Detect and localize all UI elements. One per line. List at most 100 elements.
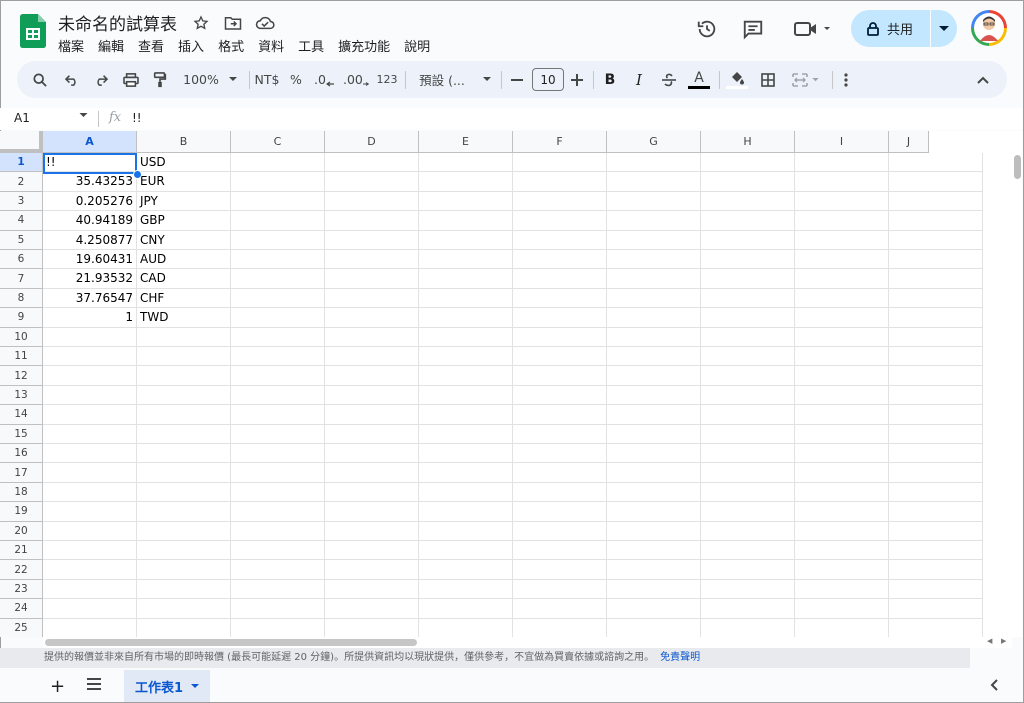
cell-g16[interactable]: [607, 444, 701, 464]
cell-i9[interactable]: [795, 308, 889, 328]
cell-g13[interactable]: [607, 385, 701, 406]
cell-e25[interactable]: [419, 618, 513, 637]
cell-b12[interactable]: [137, 366, 231, 386]
cell-d23[interactable]: [325, 579, 419, 600]
cell-a20[interactable]: [43, 521, 137, 541]
cell-h20[interactable]: [701, 521, 795, 541]
cell-d10[interactable]: [325, 327, 419, 347]
cell-h5[interactable]: [701, 230, 795, 250]
disclaimer-link[interactable]: 免責聲明: [660, 652, 700, 663]
cell-h23[interactable]: [701, 579, 795, 600]
cell-a13[interactable]: [43, 385, 137, 406]
cell-a2[interactable]: 35.43253: [43, 172, 137, 192]
cell-f23[interactable]: [513, 579, 607, 600]
cell-a21[interactable]: [43, 541, 137, 561]
comments-icon[interactable]: [741, 17, 765, 41]
cell-i1[interactable]: [795, 153, 889, 173]
cell-e14[interactable]: [419, 405, 513, 425]
column-header-c[interactable]: C: [231, 131, 325, 153]
cell-b5[interactable]: CNY: [137, 230, 231, 250]
more-formats-button[interactable]: 123: [375, 61, 399, 98]
cell-d15[interactable]: [325, 424, 419, 444]
cell-h2[interactable]: [701, 172, 795, 192]
cell-h19[interactable]: [701, 502, 795, 522]
cell-d22[interactable]: [325, 560, 419, 580]
cell-g19[interactable]: [607, 502, 701, 522]
cell-g21[interactable]: [607, 541, 701, 561]
cell-g20[interactable]: [607, 521, 701, 541]
cell-j13[interactable]: [889, 385, 983, 406]
cell-f20[interactable]: [513, 521, 607, 541]
cell-b6[interactable]: AUD: [137, 250, 231, 270]
undo-icon[interactable]: [61, 61, 83, 98]
cell-h16[interactable]: [701, 444, 795, 464]
cell-h13[interactable]: [701, 385, 795, 406]
search-menus-icon[interactable]: [29, 61, 51, 98]
cell-j23[interactable]: [889, 579, 983, 600]
cell-h6[interactable]: [701, 250, 795, 270]
cell-j1[interactable]: [889, 153, 983, 173]
row-header-17[interactable]: 17: [0, 463, 43, 483]
cell-e4[interactable]: [419, 211, 513, 231]
meet-video-icon[interactable]: [791, 17, 835, 41]
cell-c15[interactable]: [231, 424, 325, 444]
cell-c7[interactable]: [231, 269, 325, 289]
cell-d13[interactable]: [325, 385, 419, 406]
cell-a1[interactable]: !!: [43, 153, 137, 173]
cell-a6[interactable]: 19.60431: [43, 250, 137, 270]
cell-i12[interactable]: [795, 366, 889, 386]
cell-b21[interactable]: [137, 541, 231, 561]
cell-c11[interactable]: [231, 347, 325, 367]
cell-e16[interactable]: [419, 444, 513, 464]
document-title[interactable]: 未命名的試算表: [58, 10, 177, 35]
bold-button[interactable]: B: [601, 61, 619, 98]
cell-e20[interactable]: [419, 521, 513, 541]
cell-c23[interactable]: [231, 579, 325, 600]
cell-h22[interactable]: [701, 560, 795, 580]
cell-g15[interactable]: [607, 424, 701, 444]
cell-g17[interactable]: [607, 463, 701, 483]
cell-i11[interactable]: [795, 347, 889, 367]
cell-d24[interactable]: [325, 599, 419, 619]
cell-i24[interactable]: [795, 599, 889, 619]
cell-d16[interactable]: [325, 444, 419, 464]
font-select[interactable]: 預設 (...: [415, 61, 495, 98]
cell-i10[interactable]: [795, 327, 889, 347]
cell-e18[interactable]: [419, 482, 513, 503]
row-header-21[interactable]: 21: [0, 541, 43, 561]
cell-i5[interactable]: [795, 230, 889, 250]
cell-j4[interactable]: [889, 211, 983, 231]
cell-a3[interactable]: 0.205276: [43, 191, 137, 212]
cell-d1[interactable]: [325, 153, 419, 173]
row-header-10[interactable]: 10: [0, 327, 43, 347]
redo-icon[interactable]: [90, 61, 112, 98]
cell-f9[interactable]: [513, 308, 607, 328]
cell-e11[interactable]: [419, 347, 513, 367]
cell-j12[interactable]: [889, 366, 983, 386]
cell-g18[interactable]: [607, 482, 701, 503]
row-header-9[interactable]: 9: [0, 308, 43, 328]
cell-a5[interactable]: 4.250877: [43, 230, 137, 250]
cell-h24[interactable]: [701, 599, 795, 619]
cell-e7[interactable]: [419, 269, 513, 289]
cell-h3[interactable]: [701, 191, 795, 212]
cell-d9[interactable]: [325, 308, 419, 328]
format-percent-button[interactable]: %: [287, 61, 305, 98]
paint-format-icon[interactable]: [149, 61, 171, 98]
cell-g10[interactable]: [607, 327, 701, 347]
cell-h8[interactable]: [701, 288, 795, 309]
strikethrough-icon[interactable]: [659, 61, 679, 98]
cell-j11[interactable]: [889, 347, 983, 367]
cell-c12[interactable]: [231, 366, 325, 386]
zoom-select[interactable]: 100%: [180, 61, 240, 98]
column-header-e[interactable]: E: [419, 131, 513, 153]
cell-h14[interactable]: [701, 405, 795, 425]
sheet-tab-active[interactable]: 工作表1: [124, 670, 210, 702]
cell-i20[interactable]: [795, 521, 889, 541]
cell-i2[interactable]: [795, 172, 889, 192]
cell-a4[interactable]: 40.94189: [43, 211, 137, 231]
print-icon[interactable]: [120, 61, 142, 98]
cell-b3[interactable]: JPY: [137, 191, 231, 212]
cell-c5[interactable]: [231, 230, 325, 250]
menu-view[interactable]: 查看: [138, 36, 164, 55]
